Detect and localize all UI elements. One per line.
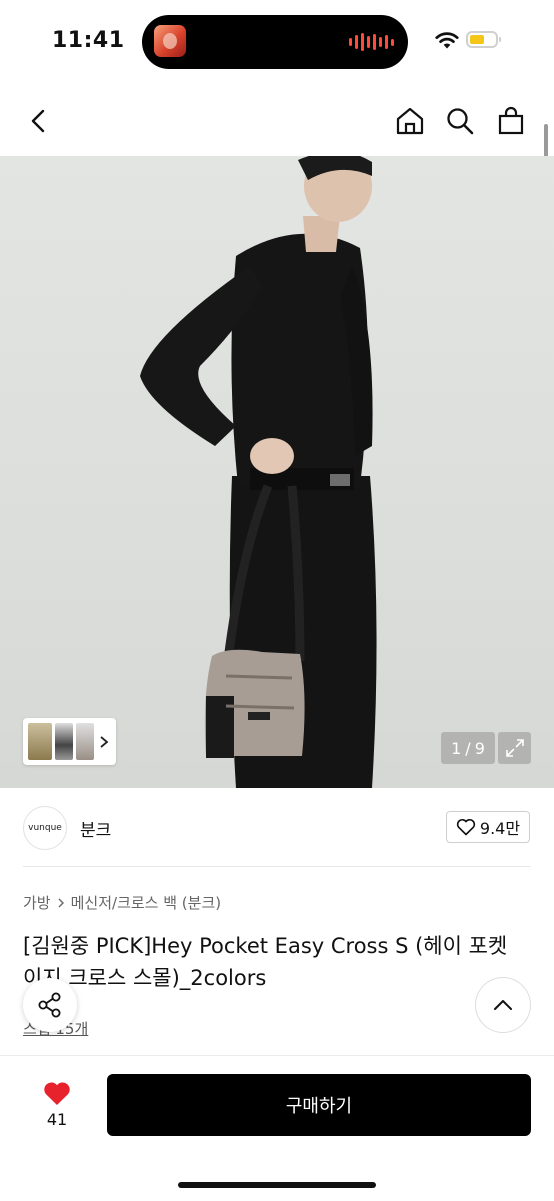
top-nav (0, 86, 554, 156)
brand-like-button[interactable]: 9.4만 (446, 811, 530, 843)
home-icon (396, 107, 424, 135)
dynamic-island[interactable] (142, 15, 408, 69)
image-counter-total: 9 (474, 738, 485, 758)
bottom-action-bar: 41 구매하기 (0, 1055, 554, 1201)
status-time: 11:41 (52, 28, 125, 53)
chevron-right-icon (100, 736, 109, 748)
chevron-right-icon (58, 898, 64, 907)
app-thumbnail-icon (154, 25, 186, 57)
wifi-icon (435, 32, 459, 49)
brand-logo[interactable]: vunque (23, 806, 67, 850)
breadcrumb: 가방 메신저/크로스 백 (분크) (23, 892, 221, 913)
shopping-bag-icon (498, 106, 524, 135)
model-photo (140, 156, 377, 788)
scroll-top-button[interactable] (476, 978, 530, 1032)
divider (23, 866, 531, 867)
audio-wave-icon (349, 32, 394, 52)
image-counter: 1 / 9 (441, 732, 495, 764)
brand-like-count: 9.4만 (479, 819, 521, 838)
wish-count: 41 (46, 1110, 68, 1129)
battery-icon (466, 31, 501, 48)
thumbnail-image[interactable] (28, 723, 52, 760)
heart-filled-icon (44, 1081, 70, 1105)
share-button[interactable] (23, 978, 77, 1032)
buy-button[interactable]: 구매하기 (107, 1074, 531, 1136)
image-counter-separator: / (465, 738, 471, 758)
home-button[interactable] (393, 104, 427, 138)
expand-button[interactable] (498, 732, 531, 764)
expand-icon (505, 739, 524, 757)
image-counter-current: 1 (451, 738, 462, 758)
chevron-left-icon (31, 109, 45, 133)
search-icon (447, 108, 474, 135)
heart-outline-icon (456, 818, 476, 836)
brand-name[interactable]: 분크 (80, 816, 111, 841)
product-title: [김원중 PICK]Hey Pocket Easy Cross S (헤이 포켓… (23, 934, 508, 990)
breadcrumb-item[interactable]: 가방 (23, 892, 51, 913)
thumbnail-image[interactable] (76, 723, 94, 760)
thumbnail-image[interactable] (55, 723, 73, 760)
chevron-up-icon (494, 1000, 512, 1010)
brand-logo-text: vunque (28, 823, 62, 833)
cart-button[interactable] (494, 104, 528, 138)
brand-row: vunque 분크 9.4만 (0, 800, 554, 866)
wish-button[interactable] (40, 1076, 74, 1110)
share-icon (38, 992, 61, 1018)
search-button[interactable] (443, 104, 477, 138)
product-image[interactable] (0, 156, 554, 788)
back-button[interactable] (22, 104, 56, 138)
breadcrumb-item[interactable]: 메신저/크로스 백 (분크) (71, 892, 222, 913)
status-bar: 11:41 (0, 0, 554, 86)
home-indicator[interactable] (178, 1182, 376, 1188)
thumbnail-strip[interactable] (23, 718, 116, 765)
